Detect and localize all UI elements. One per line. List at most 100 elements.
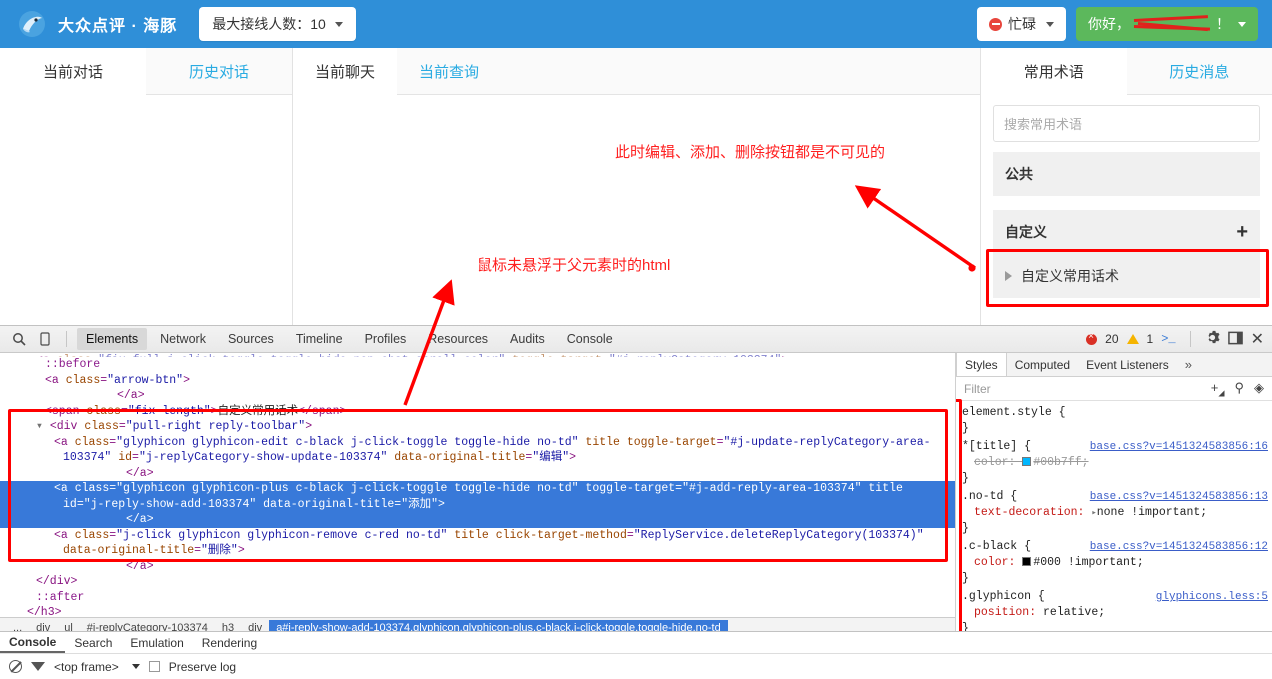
dom-line[interactable]: </a> [0,559,955,575]
styles-filter-input[interactable]: Filter [964,382,991,396]
dom-line[interactable]: <span class="fix-length">自定义常用话术</span> [0,404,955,420]
dom-tree-pane[interactable]: <a class="fix-full j-click toggle toggle… [0,353,955,637]
style-property-value[interactable]: relative; [1043,606,1105,619]
element-state-icon[interactable]: ◈ [1254,380,1264,398]
tab-resources[interactable]: Resources [419,328,497,350]
style-rule-source-link[interactable]: base.css?v=1451324583856:13 [1090,489,1268,505]
style-property-value[interactable]: none !important; [1097,506,1207,519]
tab-current-query[interactable]: 当前查询 [397,48,501,94]
style-declaration[interactable]: text-decoration: ▸none !important; [962,505,1272,521]
style-rule-source-link[interactable]: base.css?v=1451324583856:16 [1090,439,1268,455]
dock-side-icon[interactable] [1227,331,1243,348]
style-property-value[interactable]: #00b7ff; [1033,456,1088,469]
tab-common-phrases[interactable]: 常用术语 [981,48,1127,95]
close-icon[interactable]: ✕ [1251,329,1264,349]
tab-computed[interactable]: Computed [1007,353,1078,376]
expand-triangle-icon[interactable]: ▾ [36,420,50,433]
tab-sources[interactable]: Sources [219,328,283,350]
styles-rule-list[interactable]: element.style {} *[title] {base.css?v=145… [956,401,1272,637]
tab-console[interactable]: Console [558,328,622,350]
dom-line[interactable]: ::before [0,357,955,373]
dom-token-attr: class [65,373,101,387]
list-item[interactable]: 自定义常用话术 [993,254,1260,298]
dom-line[interactable]: ::after [0,590,955,606]
style-declaration[interactable]: color: #000 !important; [962,555,1272,571]
chat-tabs: 当前聊天 当前查询 [293,48,980,95]
drawer-tab-emulation[interactable]: Emulation [121,632,192,653]
tab-audits[interactable]: Audits [501,328,554,350]
dom-token-val: "fix-full j-click toggle toggle-hide nop… [98,354,505,357]
error-count[interactable]: 20 [1105,332,1118,346]
dom-line[interactable]: </a> [0,388,955,404]
dom-token-punc: = [602,354,609,357]
drawer-tab-rendering[interactable]: Rendering [193,632,266,653]
chevron-down-icon[interactable] [131,664,140,669]
style-rule[interactable]: .no-td {base.css?v=1451324583856:13 text-… [962,489,1272,537]
triangle-right-icon[interactable] [1005,271,1012,281]
color-swatch-icon[interactable] [1022,557,1032,566]
style-property-value[interactable]: #000 !important; [1033,556,1143,569]
console-prompt-icon[interactable]: >_ [1161,332,1175,346]
tab-styles[interactable]: Styles [956,353,1007,376]
search-phrases-input[interactable]: 搜索常用术语 [993,105,1260,142]
style-rule-source-link[interactable]: base.css?v=1451324583856:12 [1090,539,1268,555]
custom-group-header[interactable]: 自定义 + [993,210,1260,254]
more-tabs-icon[interactable]: » [1177,353,1200,376]
magnifier-icon[interactable] [8,329,30,349]
drawer-tab-search[interactable]: Search [65,632,121,653]
dom-token-attr: click-target-method [488,528,627,542]
clear-console-icon[interactable] [9,660,22,673]
dom-line[interactable]: <a class="arrow-btn"> [0,373,955,389]
user-menu-button[interactable]: 你好， ！ [1076,7,1258,41]
style-declaration[interactable]: color: #00b7ff; [962,455,1272,471]
dom-token-attr: toggle-target [505,354,602,357]
max-sessions-label: 最大接线人数：10 [212,16,326,32]
filter-icon[interactable] [31,662,45,671]
dom-line[interactable]: <a class = "glyphicon glyphicon-edit c-bla… [0,435,955,466]
style-rule[interactable]: *[title] {base.css?v=1451324583856:16 col… [962,439,1272,487]
style-rule[interactable]: .c-black {base.css?v=1451324583856:12 col… [962,539,1272,587]
device-toolbar-icon[interactable] [34,329,56,349]
style-rule-source-link[interactable]: glyphicons.less:5 [1156,589,1268,605]
gear-icon[interactable] [1205,330,1220,348]
dom-token-punc: </a> [126,513,154,526]
agent-status-dropdown[interactable]: 忙碌 [977,7,1066,41]
tab-current-chat[interactable]: 当前聊天 [293,48,398,95]
style-rule[interactable]: element.style {} [962,405,1272,437]
tab-profiles[interactable]: Profiles [356,328,416,350]
color-swatch-icon[interactable] [1022,457,1032,466]
tab-history-conversation[interactable]: 历史对话 [146,48,292,94]
dom-line[interactable]: <a class = "fix-full j-click toggle toggle… [0,353,955,357]
tab-timeline[interactable]: Timeline [287,328,352,350]
dom-line[interactable]: ▾ <div class="pull-right reply-toolbar"> [0,419,955,435]
plus-icon[interactable]: + [1236,222,1248,242]
style-property-name[interactable]: position: [974,606,1043,619]
tab-network[interactable]: Network [151,328,215,350]
tab-elements[interactable]: Elements [77,328,148,350]
style-property-name[interactable]: color: [974,556,1022,569]
dom-line[interactable]: <a class = "j-click glyphicon glyphicon-re… [0,528,955,559]
style-declaration[interactable]: position: relative; [962,605,1272,621]
tab-event-listeners[interactable]: Event Listeners [1078,353,1177,376]
public-group-header[interactable]: 公共 [993,152,1260,196]
tab-history-messages[interactable]: 历史消息 [1126,48,1272,94]
drawer-tab-console[interactable]: Console [0,632,66,653]
dom-line[interactable]: </a> [0,466,955,482]
style-property-name[interactable]: text-decoration: [974,506,1091,519]
plus-rule-icon[interactable]: +◢ [1211,380,1225,398]
dom-line-selected[interactable]: </a> [0,512,955,528]
dom-line-selected[interactable]: <a class = "glyphicon glyphicon-plus c-bla… [0,481,955,512]
frame-selector[interactable]: <top frame> [54,660,119,674]
tab-current-conversation[interactable]: 当前对话 [0,48,146,95]
warning-count[interactable]: 1 [1147,332,1154,346]
dom-line[interactable]: </div> [0,574,955,590]
max-sessions-dropdown[interactable]: 最大接线人数：10 [199,7,356,41]
dom-token-punc: </span> [298,404,347,418]
style-property-name[interactable]: color: [974,456,1022,469]
pin-icon[interactable]: ⚲ [1234,380,1244,398]
dom-tree[interactable]: <a class="fix-full j-click toggle toggle… [0,353,955,621]
console-controls: <top frame> Preserve log [0,654,1272,679]
dom-token-punc: <span [45,404,87,418]
style-rule[interactable]: .glyphicon {glyphicons.less:5 position: r… [962,589,1272,637]
preserve-log-checkbox[interactable] [148,661,160,672]
